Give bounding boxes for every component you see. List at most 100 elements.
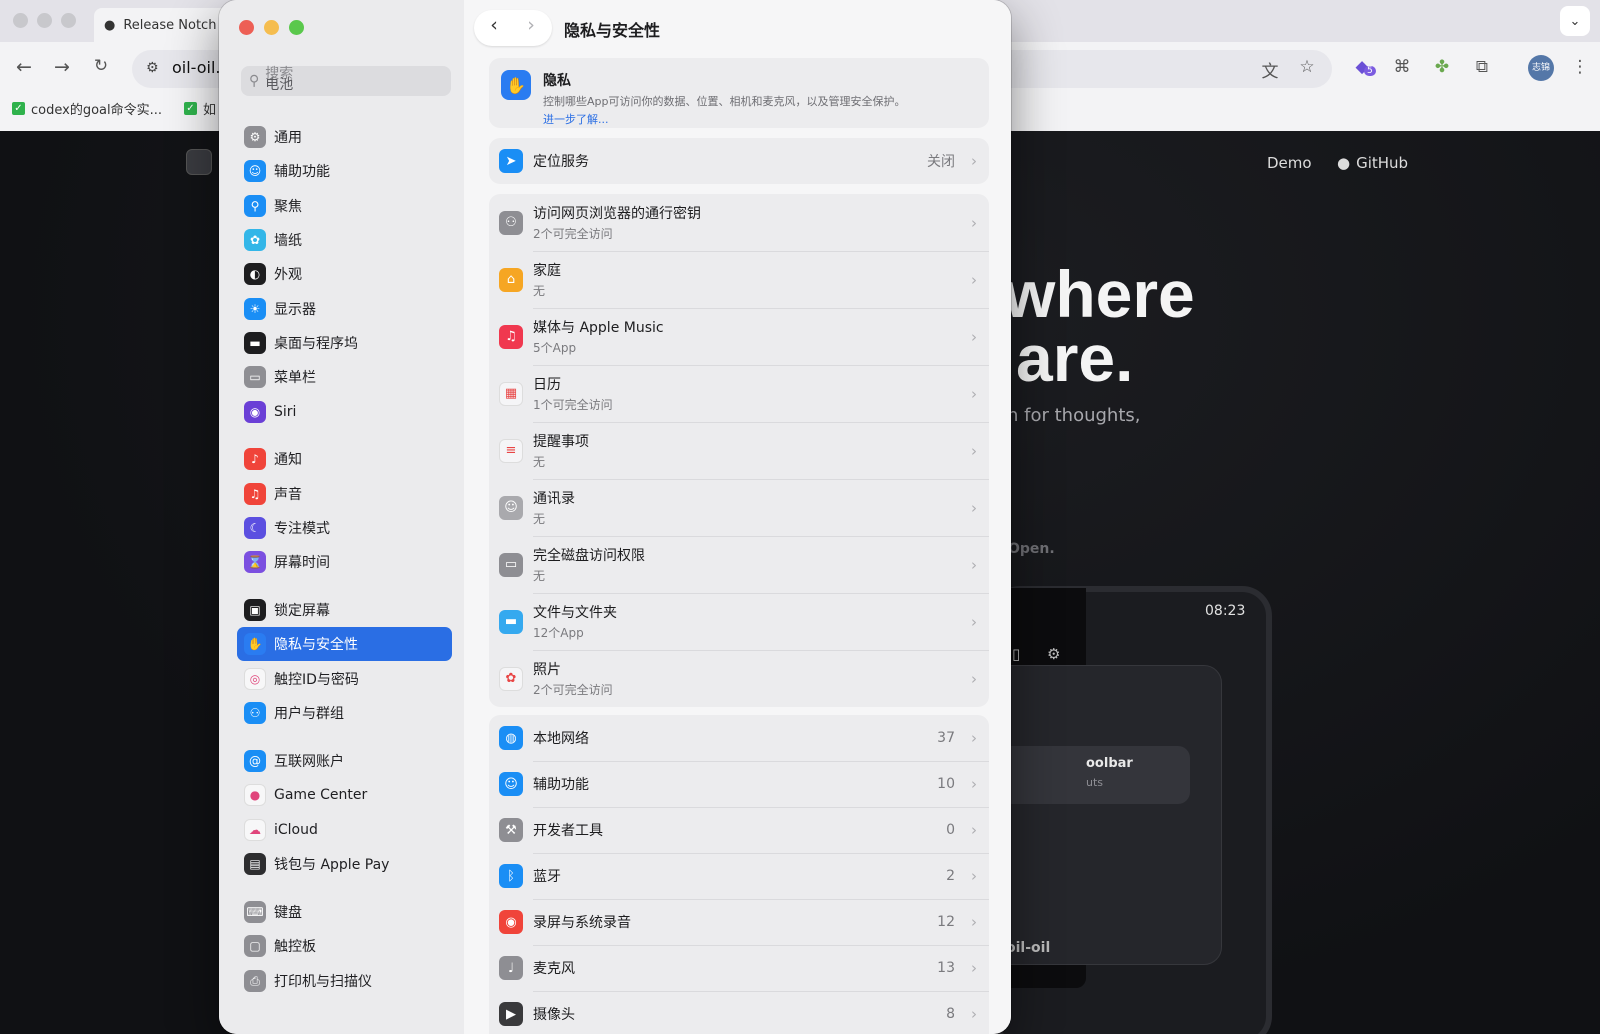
sidebar-item[interactable]: ⌨ 键盘 [237,895,452,929]
row-label: 通讯录 [533,491,575,507]
demo-link[interactable]: Demo [1267,154,1312,172]
toolbar: ‹ › 隐私与安全性 [464,0,1011,56]
sidebar-item[interactable]: ⚇ 用户与群组 [237,696,452,730]
display-icon: ☀ [244,298,266,320]
permission-row[interactable]: ☺ 辅助功能 10 › [489,761,989,807]
permission-row[interactable]: ▬ 文件与文件夹 12个App › [489,593,989,650]
site-logo[interactable] [186,149,212,175]
browser-zoom-button[interactable] [61,13,76,28]
browser-tab[interactable]: ● Release Notch [94,8,234,42]
permissions-count-card: ◍ 本地网络 37 › ☺ 辅助功能 10 › ⚒ 开发者工具 0 › ᛒ 蓝牙 2 › ◉ 录屏与系统录音 12 ›… [489,715,989,1034]
forward-icon[interactable]: → [50,56,74,78]
permission-row[interactable]: ⚒ 开发者工具 0 › [489,807,989,853]
sidebar-item[interactable]: ▬ 桌面与程序坞 [237,326,452,360]
search-field[interactable]: ⚲ 搜索 电池 [241,66,451,96]
window-minimize-button[interactable] [264,20,279,35]
profile-avatar[interactable]: 志锦 [1528,55,1554,81]
chevron-right-icon: › [971,270,977,289]
globe-icon: ◍ [499,726,523,750]
permission-row[interactable]: ♫ 媒体与 Apple Music 5个App › [489,308,989,365]
chevron-right-icon: › [971,612,977,631]
forward-button[interactable]: › [516,14,546,36]
sidebar-item[interactable]: ☾ 专注模式 [237,511,452,545]
toolbar-card-subtitle: uts [1086,776,1104,789]
extension-icon[interactable]: ◆ 5 [1350,57,1376,77]
bookmark-item[interactable]: ✓ codex的goal命令实... [12,98,162,118]
site-settings-icon[interactable]: ⚙ [146,60,159,76]
puzzle-icon[interactable]: ⧉ [1470,57,1494,77]
privacy-title: 隐私 [543,73,571,89]
sidebar-item[interactable]: ⚲ 聚焦 [237,189,452,223]
sidebar-item[interactable]: ⌛ 屏幕时间 [237,545,452,579]
sidebar-item[interactable]: ◎ 触控ID与密码 [237,662,452,696]
sidebar-item[interactable]: ☀ 显示器 [237,292,452,326]
sidebar-item[interactable]: ◐ 外观 [237,257,452,291]
permission-row[interactable]: ◉ 录屏与系统录音 12 › [489,899,989,945]
disk-icon: ▭ [499,552,523,577]
row-label: 本地网络 [533,731,589,747]
permission-row[interactable]: ◍ 本地网络 37 › [489,715,989,761]
sidebar-item[interactable]: ✿ 墙纸 [237,223,452,257]
bookmark-label: codex的goal命令实... [31,102,162,118]
row-label: 麦克风 [533,961,575,977]
sidebar-item-label: 聚焦 [274,199,302,215]
sidebar-item[interactable]: ✋ 隐私与安全性 [237,627,452,661]
sidebar-item[interactable]: ☺ 辅助功能 [237,154,452,188]
back-button[interactable]: ‹ [479,14,509,36]
back-icon[interactable]: ← [12,56,36,78]
sidebar-item-label: 用户与群组 [274,706,344,722]
music-icon: ♫ [499,324,523,349]
window-zoom-button[interactable] [289,20,304,35]
reload-icon[interactable]: ↻ [89,56,113,76]
extension-2-icon[interactable]: ⌘ [1390,57,1414,77]
sidebar: ⚲ 搜索 电池 ⚙ 通用 ☺ 辅助功能 ⚲ 聚焦 ✿ 墙纸 ◐ 外观 ☀ 显示器 ▬ 桌面与程序坞 ▭ 菜单栏… [219,0,464,1034]
permission-row[interactable]: ♩ 麦克风 13 › [489,945,989,991]
record-icon: ◉ [499,910,523,934]
window-close-button[interactable] [239,20,254,35]
extension-3-icon[interactable]: ✤ [1430,57,1454,77]
sidebar-item[interactable]: ♪ 通知 [237,442,452,476]
chevron-right-icon: › [971,555,977,574]
accessibility-icon: ☺ [499,772,523,796]
row-sublabel: 2个可完全访问 [533,227,613,241]
permission-row[interactable]: ✿ 照片 2个可完全访问 › [489,650,989,707]
permission-row[interactable]: ⚇ 访问网页浏览器的通行密钥 2个可完全访问 › [489,194,989,251]
more-icon[interactable]: ⋮ [1568,57,1592,77]
sidebar-item[interactable]: ◉ Siri [237,395,452,429]
permission-row[interactable]: ▭ 完全磁盘访问权限无 › [489,536,989,593]
browser-close-button[interactable] [13,13,28,28]
row-count: 8 [946,1006,955,1022]
sidebar-item[interactable]: ● Game Center [237,778,452,812]
game-center-icon: ● [244,784,266,806]
sidebar-item[interactable]: ▭ 菜单栏 [237,360,452,394]
sidebar-item[interactable]: ▤ 钱包与 Apple Pay [237,847,452,881]
permission-row[interactable]: ≡ 提醒事项无 › [489,422,989,479]
permission-row[interactable]: ⌂ 家庭无 › [489,251,989,308]
browser-minimize-button[interactable] [37,13,52,28]
sidebar-item[interactable]: ▢ 触控板 [237,929,452,963]
sidebar-item[interactable]: ▣ 锁定屏幕 [237,593,452,627]
sidebar-item[interactable]: ♫ 声音 [237,477,452,511]
bookmark-item[interactable]: ✓ 如 [184,98,216,118]
location-services-row[interactable]: ➤ 定位服务 关闭 › [489,138,989,184]
permission-row[interactable]: ▶ 摄像头 8 › [489,991,989,1034]
permission-row[interactable]: ▦ 日历 1个可完全访问 › [489,365,989,422]
tab-search-button[interactable]: ⌄ [1560,6,1590,36]
siri-icon: ◉ [244,401,266,423]
github-link[interactable]: ● GitHub [1337,154,1408,172]
permission-row[interactable]: ᛒ 蓝牙 2 › [489,853,989,899]
chevron-right-icon: › [971,152,977,170]
sidebar-item[interactable]: ☁ iCloud [237,813,452,847]
hand-icon: ✋ [244,633,266,655]
hero-line-2: are. [1016,321,1134,395]
sidebar-item[interactable]: @ 互联网账户 [237,744,452,778]
row-label: 文件与文件夹 [533,605,617,621]
sidebar-item[interactable]: ⚙ 通用 [237,120,452,154]
star-icon[interactable]: ☆ [1295,57,1319,77]
permission-row[interactable]: ☺ 通讯录无 › [489,479,989,536]
learn-more-link[interactable]: 进一步了解... [543,111,906,127]
translate-icon[interactable]: 文 [1258,57,1282,82]
row-count: 13 [937,960,955,976]
sidebar-item[interactable]: ⎙ 打印机与扫描仪 [237,964,452,998]
sidebar-item-label: iCloud [274,822,318,838]
